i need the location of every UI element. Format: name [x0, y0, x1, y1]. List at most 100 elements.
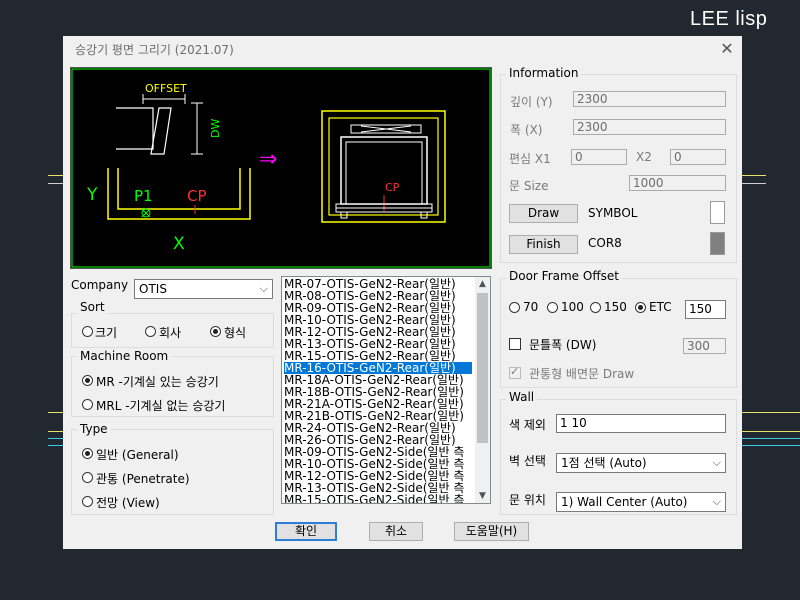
sort-type-radio[interactable] [210, 326, 221, 337]
frame-70-label[interactable]: 70 [523, 300, 538, 314]
wall-select-dropdown[interactable]: 1점 선택 (Auto) ⌵ [556, 453, 726, 473]
list-item[interactable]: MR-24-OTIS-GeN2-Rear(일반) [284, 422, 472, 434]
sort-size-radio[interactable] [82, 326, 93, 337]
list-item[interactable]: MR-10-OTIS-GeN2-Side(일반 측 [284, 458, 472, 470]
frame-100-label[interactable]: 100 [561, 300, 584, 314]
frame-100-radio[interactable] [547, 302, 558, 313]
finish-color-swatch[interactable] [710, 232, 725, 255]
frame-150-radio[interactable] [590, 302, 601, 313]
close-button[interactable]: ✕ [717, 39, 737, 59]
dialog-title: 승강기 평면 그리기 (2021.07) [75, 43, 234, 57]
offset-x1-label: 편심 X1 [509, 152, 551, 166]
mr-label[interactable]: MR -기계실 있는 승강기 [96, 373, 219, 390]
frame-70-radio[interactable] [509, 302, 520, 313]
mrl-radio[interactable] [82, 399, 93, 410]
cancel-button[interactable]: 취소 [369, 522, 423, 541]
door-size-label: 문 Size [509, 179, 549, 193]
draw-button[interactable]: Draw [509, 204, 578, 223]
list-item[interactable]: MR-13-OTIS-GeN2-Side(일반 측 [284, 482, 472, 494]
elevator-model-list[interactable]: MR-07-OTIS-GeN2-Rear(일반) MR-08-OTIS-GeN2-… [281, 276, 491, 504]
cad-line [742, 431, 800, 432]
door-size-field[interactable]: 1000 [629, 175, 726, 191]
company-label: Company [71, 278, 129, 292]
exclude-color-label: 색 제외 [509, 418, 546, 432]
sort-type-label[interactable]: 형식 [224, 324, 246, 341]
mr-radio[interactable] [82, 375, 93, 386]
cad-line [742, 412, 800, 413]
list-item[interactable]: MR-10-OTIS-GeN2-Rear(일반) [284, 314, 472, 326]
cp-label-2: CP [385, 181, 400, 194]
door-position-label: 문 위치 [509, 493, 546, 507]
door-frame-title: Door Frame Offset [506, 269, 622, 283]
list-item[interactable]: MR-07-OTIS-GeN2-Rear(일반) [284, 278, 472, 290]
type-view-radio[interactable] [82, 496, 93, 507]
cad-line [48, 412, 64, 413]
elevator-plan-dialog: 승강기 평면 그리기 (2021.07) ✕ OFFSET DW Y P1 CP [63, 36, 742, 549]
list-item[interactable]: MR-12-OTIS-GeN2-Rear(일반) [284, 326, 472, 338]
dw-label: DW [209, 119, 222, 138]
frame-etc-field[interactable]: 150 [685, 300, 726, 319]
offset-x2-label: X2 [636, 150, 652, 164]
sort-title: Sort [77, 300, 108, 314]
mrl-label[interactable]: MRL -기계실 없는 승강기 [96, 397, 225, 414]
type-penetrate-label[interactable]: 관통 (Penetrate) [96, 470, 190, 487]
company-select-value: OTIS [139, 282, 167, 296]
frame-etc-label[interactable]: ETC [649, 300, 672, 314]
door-position-dropdown[interactable]: 1) Wall Center (Auto) ⌵ [556, 492, 726, 512]
type-general-label[interactable]: 일반 (General) [96, 446, 179, 463]
sort-size-label[interactable]: 크기 [95, 324, 117, 341]
depth-label: 깊이 (Y) [510, 95, 553, 109]
finish-layer-name: COR8 [588, 236, 622, 250]
frame-width-checkbox[interactable] [509, 338, 521, 350]
cp-label: CP [187, 187, 207, 205]
type-general-radio[interactable] [82, 448, 93, 459]
list-item[interactable]: MR-08-OTIS-GeN2-Rear(일반) [284, 290, 472, 302]
list-item[interactable]: MR-16-OTIS-GeN2-Rear(일반) [284, 362, 472, 374]
x-axis-label: X [173, 234, 185, 254]
list-scrollbar[interactable]: ▲ ▼ [475, 277, 490, 503]
list-item[interactable]: MR-18A-OTIS-GeN2-Rear(일반) [284, 374, 472, 386]
list-item[interactable]: MR-12-OTIS-GeN2-Side(일반 측 [284, 470, 472, 482]
list-item[interactable]: MR-18B-OTIS-GeN2-Rear(일반) [284, 386, 472, 398]
list-item[interactable]: MR-26-OTIS-GeN2-Rear(일반) [284, 434, 472, 446]
list-item[interactable]: MR-09-OTIS-GeN2-Side(일반 측 [284, 446, 472, 458]
draw-color-swatch[interactable] [710, 201, 725, 224]
depth-field[interactable]: 2300 [573, 91, 726, 107]
sort-company-label[interactable]: 회사 [159, 324, 181, 341]
scroll-down-icon[interactable]: ▼ [475, 489, 490, 503]
help-button[interactable]: 도움말(H) [454, 522, 529, 541]
frame-150-label[interactable]: 150 [604, 300, 627, 314]
brand-label: LEE lisp [690, 8, 768, 30]
sort-company-radio[interactable] [145, 326, 156, 337]
frame-etc-radio[interactable] [635, 302, 646, 313]
chevron-down-icon: ⌵ [712, 456, 721, 469]
penetrate-door-label[interactable]: 관통형 배면문 Draw [529, 365, 634, 382]
list-item[interactable]: MR-21B-OTIS-GeN2-Rear(일반) [284, 410, 472, 422]
scroll-thumb[interactable] [477, 293, 488, 443]
penetrate-door-check-icon: ✓ [510, 365, 520, 378]
type-penetrate-radio[interactable] [82, 472, 93, 483]
scroll-up-icon[interactable]: ▲ [475, 277, 490, 291]
frame-width-label[interactable]: 문틀폭 (DW) [529, 336, 596, 353]
exclude-color-field[interactable]: 1 10 [556, 414, 726, 433]
cad-line [742, 445, 800, 446]
cad-line [48, 438, 64, 439]
ok-button[interactable]: 확인 [275, 522, 337, 541]
list-item[interactable]: MR-09-OTIS-GeN2-Rear(일반) [284, 302, 472, 314]
door-position-value: 1) Wall Center (Auto) [561, 495, 688, 509]
machine-room-title: Machine Room [77, 349, 172, 363]
list-item[interactable]: MR-13-OTIS-GeN2-Rear(일반) [284, 338, 472, 350]
list-item[interactable]: MR-21A-OTIS-GeN2-Rear(일반) [284, 398, 472, 410]
list-item[interactable]: MR-15-OTIS-GeN2-Side(일반 측 [284, 494, 472, 503]
company-select[interactable]: OTIS ⌵ [134, 279, 273, 299]
offset-x1-field[interactable]: 0 [571, 149, 627, 165]
elevator-preview-image: OFFSET DW Y P1 CP X ⇒ CP [70, 67, 492, 269]
chevron-down-icon: ⌵ [712, 495, 721, 508]
type-view-label[interactable]: 전망 (View) [96, 494, 160, 511]
finish-button[interactable]: Finish [509, 235, 578, 254]
offset-x2-field[interactable]: 0 [670, 149, 726, 165]
list-item[interactable]: MR-15-OTIS-GeN2-Rear(일반) [284, 350, 472, 362]
frame-width-field[interactable]: 300 [683, 338, 726, 354]
offset-label: OFFSET [145, 82, 187, 95]
width-field[interactable]: 2300 [573, 119, 726, 135]
